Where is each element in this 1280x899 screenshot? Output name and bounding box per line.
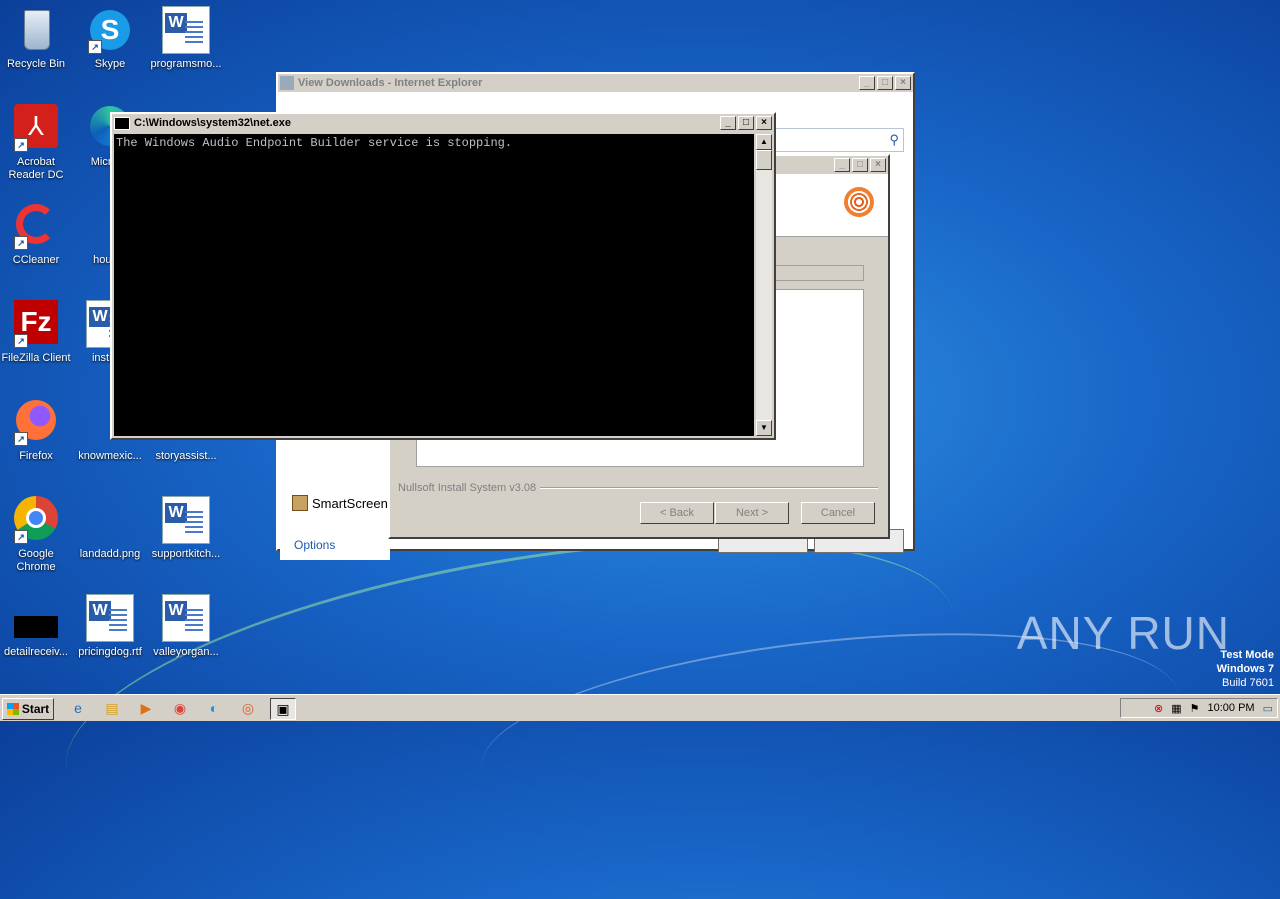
ie-taskbar-icon[interactable]: e <box>66 698 90 718</box>
taskbar: Start e ▤ ▶ ◉ ◐ ◎ ▣ ⊗ ▦ ⚑ 10:00 PM ▭ <box>0 694 1280 721</box>
black-file-icon <box>12 594 60 642</box>
chrome-taskbar-icon[interactable]: ◉ <box>168 698 192 718</box>
ie-title: View Downloads - Internet Explorer <box>298 77 483 89</box>
word-doc-icon: W <box>162 6 210 54</box>
search-icon[interactable]: ⚲ <box>889 132 899 148</box>
security-alert-icon[interactable]: ⊗ <box>1154 702 1163 715</box>
word-doc-icon: W <box>162 496 210 544</box>
desktop-icon-ccleaner[interactable]: ↗ CCleaner <box>0 202 74 267</box>
nsis-branding: Nullsoft Install System v3.08 <box>398 482 878 494</box>
ie-titlebar[interactable]: View Downloads - Internet Explorer _ □ × <box>278 74 913 92</box>
nsis-logo-icon <box>844 187 874 217</box>
desktop-icon-filezilla[interactable]: Fz ↗ FileZilla Client <box>0 300 74 365</box>
start-button[interactable]: Start <box>2 698 54 720</box>
skype-icon: S ↗ <box>86 6 134 54</box>
word-doc-icon: W <box>162 594 210 642</box>
network-icon[interactable]: ▦ <box>1171 702 1181 715</box>
desktop-icon-recycle-bin[interactable]: Recycle Bin <box>0 6 74 71</box>
smartscreen-icon <box>292 495 308 511</box>
word-doc-icon: W <box>86 594 134 642</box>
nsis-version-label: Nullsoft Install System v3.08 <box>398 482 537 494</box>
console-output[interactable]: The Windows Audio Endpoint Builder servi… <box>114 134 754 436</box>
windows-logo-icon <box>6 703 19 715</box>
media-player-taskbar-icon[interactable]: ▶ <box>134 698 158 718</box>
minimize-button[interactable]: _ <box>720 116 736 130</box>
desktop-icon-pricingdog[interactable]: W pricingdog.rtf <box>72 594 148 659</box>
desktop-icon-valleyorgan[interactable]: W valleyorgan... <box>148 594 224 659</box>
image-icon <box>86 496 134 544</box>
desktop-icon-landadd[interactable]: landadd.png <box>72 496 148 561</box>
close-button[interactable]: × <box>895 76 911 90</box>
console-window[interactable]: C:\Windows\system32\net.exe _ □ × The Wi… <box>110 112 776 440</box>
desktop-icon-programsmo[interactable]: W programsmo... <box>148 6 224 71</box>
flag-icon[interactable]: ⚑ <box>1190 702 1200 715</box>
scroll-down-icon[interactable]: ▼ <box>756 420 772 436</box>
test-mode-notice: Test Mode Windows 7 Build 7601 <box>1216 649 1274 689</box>
next-button[interactable]: Next > <box>715 502 789 524</box>
clock[interactable]: 10:00 PM <box>1208 702 1255 714</box>
firefox-icon: ↗ <box>12 398 60 446</box>
desktop-icon-acrobat[interactable]: ⅄ ↗ Acrobat Reader DC <box>0 104 74 182</box>
scroll-up-icon[interactable]: ▲ <box>756 134 772 150</box>
ccleaner-icon: ↗ <box>12 202 60 250</box>
ie-icon <box>280 76 294 90</box>
maximize-button[interactable]: □ <box>738 116 754 130</box>
chrome-icon: ↗ <box>12 496 60 544</box>
edge-taskbar-icon[interactable]: ◐ <box>202 698 226 718</box>
recycle-bin-icon <box>12 6 60 54</box>
close-button[interactable]: × <box>756 116 772 130</box>
system-tray: ⊗ ▦ ⚑ 10:00 PM ▭ <box>1120 698 1278 718</box>
installer-taskbar-icon[interactable]: ◎ <box>236 698 260 718</box>
console-titlebar[interactable]: C:\Windows\system32\net.exe _ □ × <box>112 114 774 132</box>
close-button[interactable]: × <box>870 158 886 172</box>
smartscreen-row: SmartScreen <box>292 495 388 511</box>
options-link[interactable]: Options <box>294 538 335 552</box>
explorer-taskbar-icon[interactable]: ▤ <box>100 698 124 718</box>
maximize-button[interactable]: □ <box>852 158 868 172</box>
console-title: C:\Windows\system32\net.exe <box>134 117 292 129</box>
cancel-button[interactable]: Cancel <box>801 502 875 524</box>
anyrun-watermark: ANY RUN <box>1016 607 1230 659</box>
show-desktop-icon[interactable]: ▭ <box>1263 702 1273 715</box>
desktop-icon-google-chrome[interactable]: ↗ Google Chrome <box>0 496 74 574</box>
desktop-icon-supportkitch[interactable]: W supportkitch... <box>148 496 224 561</box>
desktop-icon-skype[interactable]: S ↗ Skype <box>72 6 148 71</box>
console-scrollbar[interactable]: ▲ ▼ <box>756 134 772 436</box>
ie-search-box[interactable]: ⚲ <box>774 128 904 152</box>
desktop-icon-detailreceiv[interactable]: detailreceiv... <box>0 594 74 659</box>
console-icon <box>114 116 130 130</box>
maximize-button[interactable]: □ <box>877 76 893 90</box>
back-button[interactable]: < Back <box>640 502 714 524</box>
acrobat-icon: ⅄ ↗ <box>12 104 60 152</box>
filezilla-icon: Fz ↗ <box>12 300 60 348</box>
scroll-thumb[interactable] <box>756 150 772 170</box>
minimize-button[interactable]: _ <box>859 76 875 90</box>
minimize-button[interactable]: _ <box>834 158 850 172</box>
desktop-icon-firefox[interactable]: ↗ Firefox <box>0 398 74 463</box>
console-taskbar-icon[interactable]: ▣ <box>270 698 296 720</box>
smartscreen-label: SmartScreen <box>312 495 388 511</box>
